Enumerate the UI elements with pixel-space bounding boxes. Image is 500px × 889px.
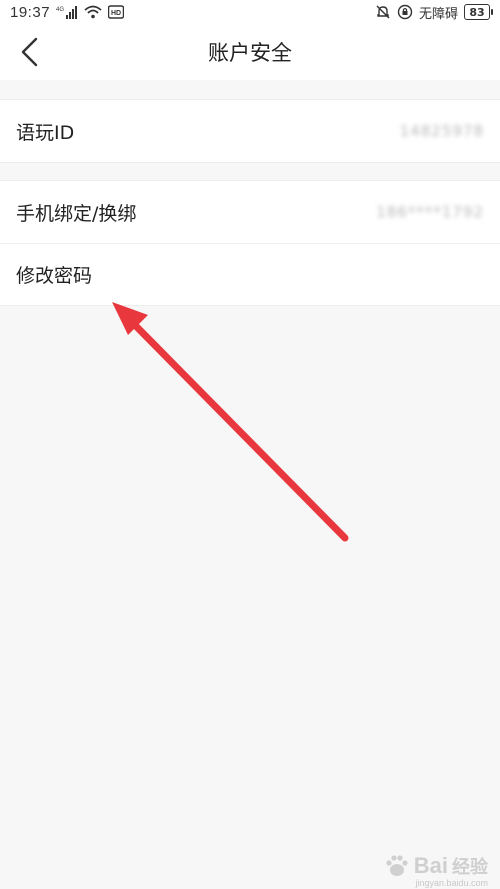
chevron-left-icon [21, 37, 38, 67]
hd-label: HD [111, 10, 121, 17]
account-id-section: 语玩ID 14825978 [0, 99, 500, 163]
arrow-head [112, 302, 148, 335]
hd-icon: HD [108, 5, 125, 19]
status-bar-left: 19:37 4G HD [10, 3, 125, 21]
phone-number-value: 186****1792 [376, 203, 484, 221]
change-password-label: 修改密码 [16, 265, 93, 287]
change-password-row[interactable]: 修改密码 [0, 243, 500, 305]
paw-logo-icon [386, 855, 408, 876]
accessibility-text: 无障碍 [418, 6, 458, 22]
network-type-label: 4G [56, 7, 64, 13]
status-bar-right: 无障碍 83 [375, 3, 493, 22]
signal-icon: 4G [56, 5, 78, 19]
status-bar: 19:37 4G HD 无障碍 83 [0, 0, 500, 24]
security-settings-section: 手机绑定/换绑 186****1792 修改密码 [0, 180, 500, 306]
wifi-icon [84, 5, 102, 19]
phone-binding-row[interactable]: 手机绑定/换绑 186****1792 [0, 181, 500, 243]
battery-indicator: 83 [464, 4, 493, 20]
baidu-watermark: Bai 经验 jingyan.baidu.com [384, 853, 488, 888]
lock-rotation-icon [397, 4, 413, 20]
status-time: 19:37 [10, 3, 51, 21]
arrow-shaft [124, 314, 349, 542]
navigation-bar: 账户安全 [0, 24, 500, 80]
watermark-url: jingyan.baidu.com [415, 878, 488, 888]
phone-binding-label: 手机绑定/换绑 [16, 202, 137, 225]
user-id-value: 14825978 [399, 122, 484, 140]
back-button[interactable] [10, 32, 50, 72]
mute-bell-icon [375, 4, 391, 20]
user-id-label: 语玩ID [16, 121, 75, 144]
user-id-row[interactable]: 语玩ID 14825978 [0, 100, 500, 162]
watermark-brand: Bai [413, 853, 448, 878]
page-title: 账户安全 [208, 41, 292, 65]
watermark-brand-cn: 经验 [452, 857, 488, 877]
